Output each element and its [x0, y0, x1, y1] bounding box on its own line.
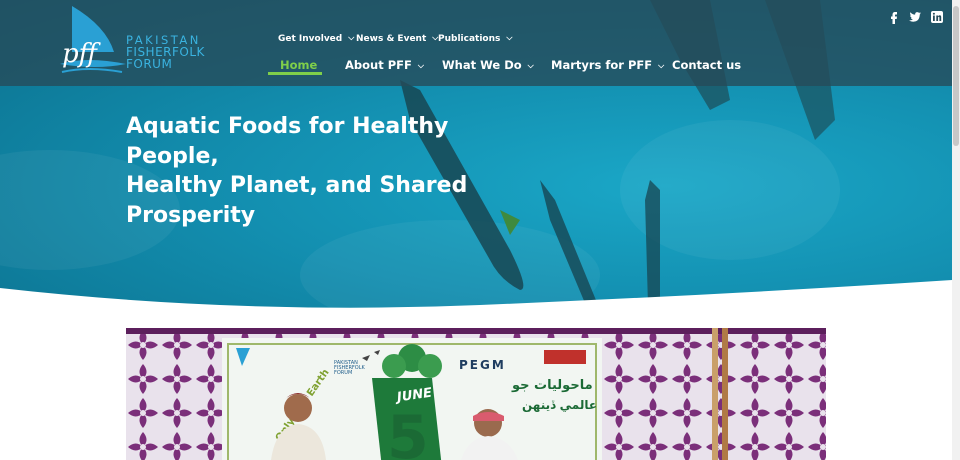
chevron-down-icon: ⌵: [417, 61, 424, 70]
hero-title-line-1: Aquatic Foods for Healthy People,: [126, 114, 449, 169]
active-nav-underline: [268, 72, 322, 75]
nav-news-event[interactable]: News & Event ⌵: [356, 33, 438, 44]
hero-wave-divider: [0, 280, 952, 315]
nav-label: What We Do: [442, 58, 522, 72]
logo-line-3: FORUM: [126, 57, 173, 71]
chevron-down-icon: ⌵: [506, 33, 513, 42]
nav-label: Martyrs for PFF: [551, 58, 653, 72]
nav-label: Home: [280, 58, 318, 72]
facebook-icon[interactable]: [887, 10, 901, 24]
nav-get-involved[interactable]: Get Involved ⌵: [278, 33, 355, 44]
page-scrollbar[interactable]: [952, 0, 960, 460]
hero-section: pff PAKISTAN FISHERFOLK FORUM Get Involv…: [0, 0, 952, 310]
nav-label: Contact us: [672, 58, 742, 72]
svg-text:pff: pff: [62, 39, 102, 69]
twitter-icon[interactable]: [908, 10, 922, 24]
hero-title: Aquatic Foods for Healthy People, Health…: [126, 112, 546, 230]
nav-home[interactable]: Home: [280, 58, 317, 72]
nav-contact-us[interactable]: Contact us: [672, 58, 741, 72]
hero-title-line-3: Prosperity: [126, 202, 256, 228]
logo-sail-icon: pff: [60, 6, 126, 73]
site-header: pff PAKISTAN FISHERFOLK FORUM Get Involv…: [0, 0, 952, 86]
nav-about-pff[interactable]: About PFF ⌵: [345, 58, 424, 72]
hero-title-line-2: Healthy Planet, and Shared: [126, 173, 468, 198]
nav-martyrs-for-pff[interactable]: Martyrs for PFF ⌵: [551, 58, 664, 72]
nav-publications[interactable]: Publications ⌵: [438, 33, 513, 44]
nav-label: About PFF: [345, 58, 412, 72]
nav-what-we-do[interactable]: What We Do ⌵: [442, 58, 534, 72]
logo-text: PAKISTAN FISHERFOLK FORUM: [126, 34, 226, 70]
chevron-down-icon: ⌵: [658, 61, 665, 70]
nav-label: News & Event: [356, 34, 427, 44]
nav-label: Publications: [438, 34, 501, 44]
chevron-down-icon: ⌵: [348, 33, 355, 42]
chevron-down-icon: ⌵: [527, 61, 534, 70]
nav-label: Get Involved: [278, 34, 343, 44]
featured-photo[interactable]: 5 JUNE PEGM PAKISTAN FISHERFOLK FORUM ما…: [126, 328, 826, 460]
people-silhouettes: [271, 328, 728, 460]
linkedin-icon[interactable]: [930, 10, 944, 24]
scrollbar-thumb[interactable]: [953, 6, 959, 146]
